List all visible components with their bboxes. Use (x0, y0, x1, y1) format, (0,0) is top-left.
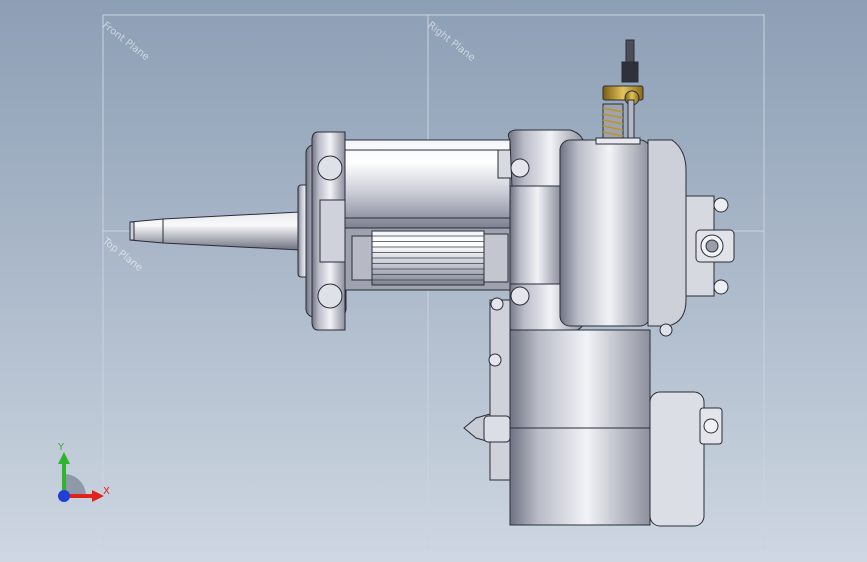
cad-model-view[interactable] (0, 0, 867, 562)
view-orientation-triad[interactable]: Y X (48, 440, 118, 510)
y-axis-label: Y (58, 442, 65, 453)
graphics-viewport[interactable]: Front Plane Right Plane Top Plane Y X (0, 0, 867, 562)
splined-gear[interactable] (344, 227, 511, 291)
x-axis-label: X (103, 486, 110, 497)
lower-motor[interactable] (463, 297, 723, 527)
front-flange[interactable] (297, 131, 347, 331)
motor-housing[interactable] (344, 139, 513, 229)
gearbox-housing[interactable] (559, 139, 735, 337)
pressure-sensor-fitting[interactable] (595, 39, 644, 145)
output-shaft[interactable] (129, 211, 301, 251)
